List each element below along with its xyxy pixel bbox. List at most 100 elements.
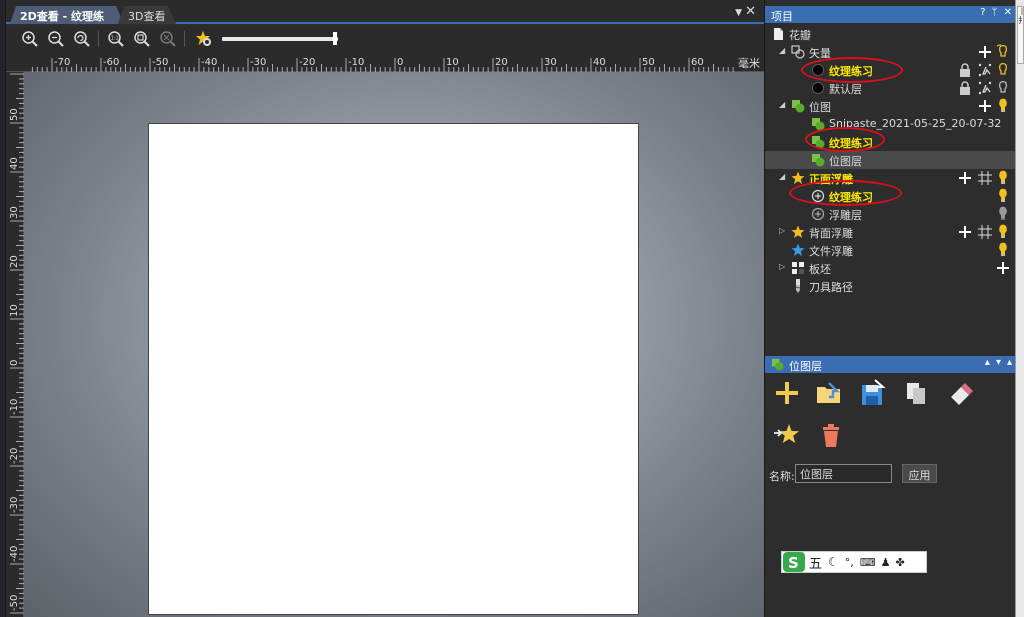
add-layer-icon[interactable] [773,379,801,407]
side-dock-tab[interactable]: 丨扌 [1017,6,1024,64]
visibility-bulb-icon[interactable] [995,188,1011,204]
keyboard-icon[interactable]: ⌨ [860,556,876,569]
moon-icon[interactable]: ☾ [828,555,839,569]
collapse-arrow-icon[interactable]: ▷ [779,226,785,235]
vertical-ruler: 50 40 30 20 10 0 -10 -20 -30 -40 -50 [6,72,24,617]
layer-panel: 名称: 应用 S 五 ☾ °, ⌨ ♟ ✤ [765,373,1016,617]
apply-button[interactable]: 应用 [902,464,937,483]
tree-item-toolpath[interactable]: 刀具路径 [765,277,1016,295]
side-dock-strip: 丨扌 [1015,0,1024,617]
add-icon[interactable] [977,44,993,60]
visibility-bulb-icon[interactable] [995,80,1011,96]
ruler-label: 0 [9,360,20,366]
collapse-icon[interactable]: ▾ [996,357,1001,368]
zoom-slider-track[interactable] [222,37,338,41]
zoom-actual-size-icon[interactable]: 1:1 [106,29,126,49]
relief-from-bitmap-icon[interactable] [773,421,801,449]
add-icon[interactable] [995,260,1011,276]
ruler-label: 10 [9,304,20,317]
save-image-icon[interactable] [859,379,887,407]
project-panel-title: 项目 [771,10,793,23]
punctuation-icon[interactable]: °, [845,556,854,569]
input-mode-label[interactable]: 五 [809,553,822,572]
tab-2d-view[interactable]: 2D查看 - 纹理练习 [10,6,124,24]
lock-icon[interactable] [957,80,973,96]
close-icon[interactable]: ✕ [745,4,756,19]
add-icon[interactable] [977,98,993,114]
zoom-selection-icon[interactable] [158,29,178,49]
relief-layer-icon [811,207,825,221]
grid-icon[interactable] [977,170,993,186]
zoom-slider-thumb[interactable] [333,32,337,45]
layer-color-icon [812,64,824,76]
pin-icon[interactable]: ᛘ [992,7,998,18]
tree-item-label: 纹理练习 [829,137,873,150]
tree-item-bitmap[interactable]: ◢ 位图 [765,97,1016,115]
tree-item-label: 文件浮雕 [809,245,853,258]
ruler-label: 30 [9,206,20,219]
tree-item-label: 矢量 [809,47,831,60]
tree-item-vector-layer-default[interactable]: 默认层 [765,79,1016,97]
bitmap-icon [812,136,825,149]
ruler-unit: 毫米 [738,57,760,70]
zoom-in-icon[interactable] [20,29,40,49]
visibility-bulb-icon[interactable] [995,242,1011,258]
lock-icon[interactable] [957,62,973,78]
right-dock: 项目 ? ᛘ ✕ 花瓣 ◢ 矢量 纹理练习 默认层 ◢ 位图 Snipaste_… [764,0,1016,617]
zoom-fit-icon[interactable] [132,29,152,49]
bitmap-icon [792,100,805,113]
artboard[interactable] [148,123,639,615]
tab-3d-view[interactable]: 3D查看 [118,6,176,24]
expand-arrow-icon[interactable]: ◢ [779,100,785,109]
move-icon[interactable] [977,62,993,78]
visibility-bulb-icon[interactable] [995,206,1011,222]
toolbox-icon[interactable]: ✤ [896,556,905,569]
close-icon[interactable]: ✕ [1004,7,1012,18]
tab-menu-icon[interactable]: ▼ [735,8,742,18]
expand-icon[interactable]: ▴ [1007,357,1012,368]
user-icon[interactable]: ♟ [881,556,891,569]
layer-name-input[interactable] [795,464,892,483]
tree-item-back-relief[interactable]: ▷ 背面浮雕 [765,223,1016,241]
tree-item-blank[interactable]: ▷ 板坯 [765,259,1016,277]
pin-icon[interactable]: ▴ [985,357,990,368]
tree-item-relief-texture[interactable]: 纹理练习 [765,187,1016,205]
expand-arrow-icon[interactable]: ◢ [779,46,785,55]
tree-item-vector[interactable]: ◢ 矢量 [765,43,1016,61]
visibility-bulb-icon[interactable] [995,98,1011,114]
tree-item-bitmap-snipaste[interactable]: Snipaste_2021-05-25_20-07-32 [765,115,1016,133]
tree-item-label: 刀具路径 [809,281,853,294]
eraser-icon[interactable] [947,379,975,407]
tree-item-vector-layer-texture[interactable]: 纹理练习 [765,61,1016,79]
visibility-bulb-icon[interactable] [995,62,1011,78]
document-icon [774,28,783,40]
svg-text:S: S [788,554,799,572]
load-image-icon[interactable] [815,379,843,407]
grid-icon[interactable] [977,224,993,240]
visibility-bulb-icon[interactable] [995,224,1011,240]
expand-arrow-icon[interactable]: ◢ [779,172,785,181]
tree-item-relief-layer[interactable]: 浮雕层 [765,205,1016,223]
tree-item-root[interactable]: 花瓣 [765,25,1016,43]
zoom-out-icon[interactable] [46,29,66,49]
zoom-previous-icon[interactable] [72,29,92,49]
tree-item-front-relief[interactable]: ◢ 正面浮雕 [765,169,1016,187]
add-icon[interactable] [957,170,973,186]
help-icon[interactable]: ? [980,7,985,18]
ruler-label: -30 [9,497,20,513]
visibility-bulb-icon[interactable] [995,44,1011,60]
ruler-label: -30 [250,57,266,68]
delete-icon[interactable] [817,421,845,449]
collapse-arrow-icon[interactable]: ▷ [779,262,785,271]
move-icon[interactable] [977,80,993,96]
tree-item-bitmap-texture[interactable]: 纹理练习 [765,133,1016,151]
tree-item-file-relief[interactable]: 文件浮雕 [765,241,1016,259]
tree-item-bitmap-layer[interactable]: 位图层 [765,151,1016,169]
ime-toolbar[interactable]: S 五 ☾ °, ⌨ ♟ ✤ [781,551,927,573]
add-icon[interactable] [957,224,973,240]
visibility-bulb-icon[interactable] [995,170,1011,186]
lighting-icon[interactable] [194,29,214,49]
copy-icon[interactable] [903,379,931,407]
horizontal-ruler: -70 -60 -50 -40 -30 -20 -10 0 10 20 30 40 50 60 毫米 [6,54,764,72]
drawing-canvas[interactable] [24,72,764,617]
